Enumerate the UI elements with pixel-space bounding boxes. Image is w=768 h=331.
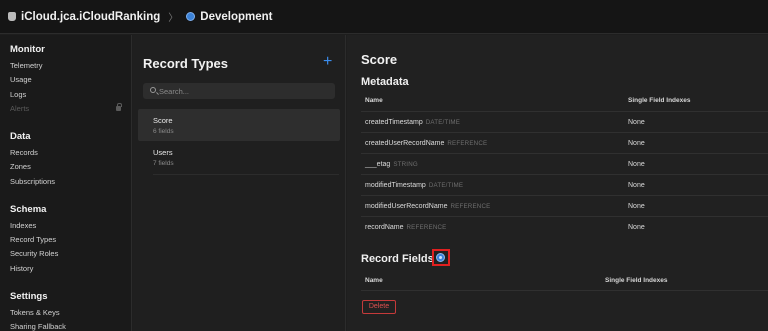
sidebar-item-zones[interactable]: Zones: [10, 162, 31, 171]
sidebar-section-data: Data: [10, 131, 31, 142]
metadata-col-index: Single Field Indexes: [628, 97, 691, 104]
table-row[interactable]: recordName REFERENCE None: [361, 216, 768, 237]
sidebar-item-telemetry[interactable]: Telemetry: [10, 61, 43, 70]
field-type: REFERENCE: [450, 203, 491, 210]
field-index-cell: None: [628, 161, 645, 168]
lock-icon: [116, 103, 122, 111]
table-row[interactable]: modifiedTimestamp DATE/TIME None: [361, 174, 768, 195]
environment-selector[interactable]: Development: [200, 11, 272, 23]
sidebar-item-indexes[interactable]: Indexes: [10, 221, 36, 230]
table-divider: [361, 290, 768, 291]
field-name-cell: createdTimestamp DATE/TIME: [365, 119, 461, 126]
delete-button[interactable]: Delete: [362, 300, 396, 314]
metadata-title: Metadata: [361, 76, 409, 88]
field-type: REFERENCE: [406, 224, 447, 231]
field-name-cell: ___etag STRING: [365, 161, 418, 168]
metadata-col-name: Name: [365, 97, 383, 104]
sidebar-item-usage[interactable]: Usage: [10, 75, 32, 84]
record-types-panel: Record Types + Score 6 fields Users 7 fi…: [133, 35, 346, 331]
table-row[interactable]: modifiedUserRecordName REFERENCE None: [361, 195, 768, 216]
field-type: DATE/TIME: [428, 182, 464, 189]
top-bar: iCloud.jca.iCloudRanking 〉 Development: [0, 0, 768, 34]
record-type-detail: Score Metadata Name Single Field Indexes…: [347, 35, 768, 331]
table-row[interactable]: createdUserRecordName REFERENCE None: [361, 132, 768, 153]
search-input[interactable]: [159, 83, 329, 99]
record-type-name: Score: [153, 116, 173, 125]
sidebar-item-sharing-fallback[interactable]: Sharing Fallback: [10, 322, 66, 331]
sidebar-item-alerts: Alerts: [10, 104, 30, 113]
environment-icon: [186, 12, 196, 21]
sidebar-item-logs[interactable]: Logs: [10, 90, 26, 99]
table-row[interactable]: createdTimestamp DATE/TIME None: [361, 111, 768, 132]
field-name-cell: modifiedTimestamp DATE/TIME: [365, 182, 464, 189]
search-box: [143, 83, 335, 99]
sidebar-section-settings: Settings: [10, 291, 48, 302]
record-fields-col-index: Single Field Indexes: [605, 277, 668, 284]
container-selector[interactable]: iCloud.jca.iCloudRanking: [21, 11, 160, 23]
add-field-icon[interactable]: [436, 253, 445, 262]
record-fields-title: Record Fields: [361, 253, 434, 265]
field-name-cell: recordName REFERENCE: [365, 224, 447, 231]
field-index-cell: None: [628, 182, 645, 189]
sidebar-section-schema: Schema: [10, 204, 47, 215]
sidebar-item-record-types[interactable]: Record Types: [10, 235, 56, 244]
sidebar-section-monitor: Monitor: [10, 44, 45, 55]
sidebar-item-security-roles[interactable]: Security Roles: [10, 249, 58, 258]
record-types-title: Record Types: [143, 56, 229, 71]
record-type-users[interactable]: Users 7 fields: [138, 141, 340, 173]
breadcrumb-separator: 〉: [168, 13, 179, 24]
sidebar-item-history[interactable]: History: [10, 264, 33, 273]
field-type: DATE/TIME: [425, 119, 461, 126]
list-divider: [153, 174, 339, 175]
field-type: STRING: [393, 161, 418, 168]
record-type-score[interactable]: Score 6 fields: [138, 109, 340, 141]
record-fields-col-name: Name: [365, 277, 383, 284]
sidebar-item-tokens-keys[interactable]: Tokens & Keys: [10, 308, 60, 317]
sidebar: Monitor Telemetry Usage Logs Alerts Data…: [0, 35, 132, 331]
record-type-field-count: 7 fields: [153, 160, 174, 167]
field-name-cell: createdUserRecordName REFERENCE: [365, 140, 488, 147]
page-title: Score: [361, 52, 398, 67]
field-name-cell: modifiedUserRecordName REFERENCE: [365, 203, 491, 210]
field-index-cell: None: [628, 203, 645, 210]
field-index-cell: None: [628, 224, 645, 231]
field-type: REFERENCE: [447, 140, 488, 147]
container-icon: [8, 12, 16, 21]
record-type-field-count: 6 fields: [153, 128, 174, 135]
field-index-cell: None: [628, 140, 645, 147]
sidebar-item-records[interactable]: Records: [10, 148, 38, 157]
field-index-cell: None: [628, 119, 645, 126]
sidebar-item-subscriptions[interactable]: Subscriptions: [10, 177, 55, 186]
record-type-name: Users: [153, 148, 173, 157]
add-record-type-button[interactable]: +: [323, 54, 332, 70]
search-icon: [150, 87, 156, 93]
table-row[interactable]: ___etag STRING None: [361, 153, 768, 174]
